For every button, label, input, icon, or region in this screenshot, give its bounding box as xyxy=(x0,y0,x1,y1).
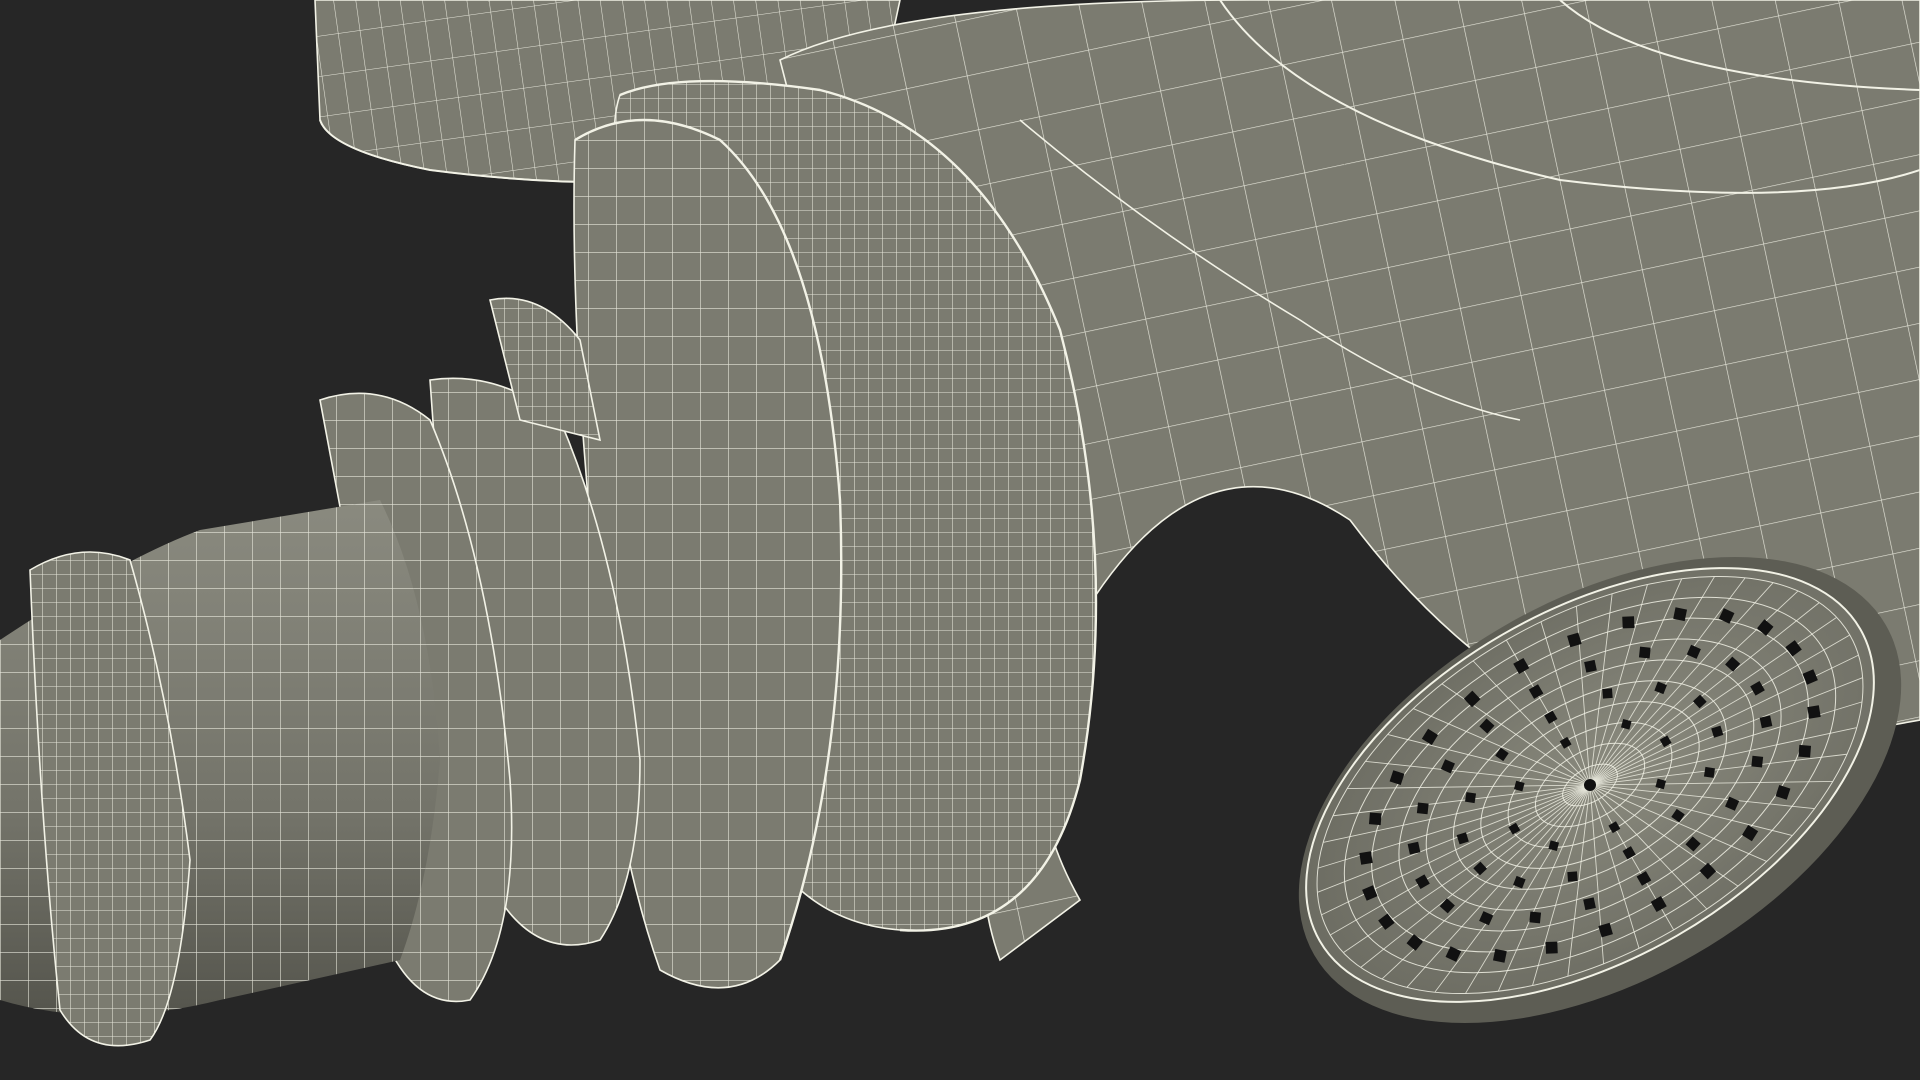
vent-hole xyxy=(1622,616,1635,629)
filter-center-hole xyxy=(1584,779,1596,791)
vent-hole xyxy=(1583,897,1596,911)
vent-hole xyxy=(1751,755,1764,768)
vent-hole xyxy=(1638,646,1651,659)
vent-hole xyxy=(1492,948,1507,963)
render-viewport xyxy=(0,0,1920,1080)
hose-tube xyxy=(0,500,440,1047)
vent-hole xyxy=(1545,941,1558,954)
vent-hole xyxy=(1703,766,1715,778)
wireframe-render xyxy=(0,0,1920,1047)
vent-hole xyxy=(1407,841,1421,855)
vent-hole xyxy=(1759,715,1773,729)
vent-hole xyxy=(1465,792,1477,804)
vent-hole xyxy=(1807,705,1821,719)
vent-hole xyxy=(1359,851,1373,865)
vent-hole xyxy=(1416,802,1429,815)
vent-hole xyxy=(1529,911,1542,924)
vent-hole xyxy=(1798,744,1812,758)
vent-hole xyxy=(1584,659,1597,673)
vent-hole xyxy=(1567,871,1578,882)
vent-hole xyxy=(1368,812,1382,826)
vent-hole xyxy=(1673,607,1688,622)
vent-hole xyxy=(1602,688,1613,699)
